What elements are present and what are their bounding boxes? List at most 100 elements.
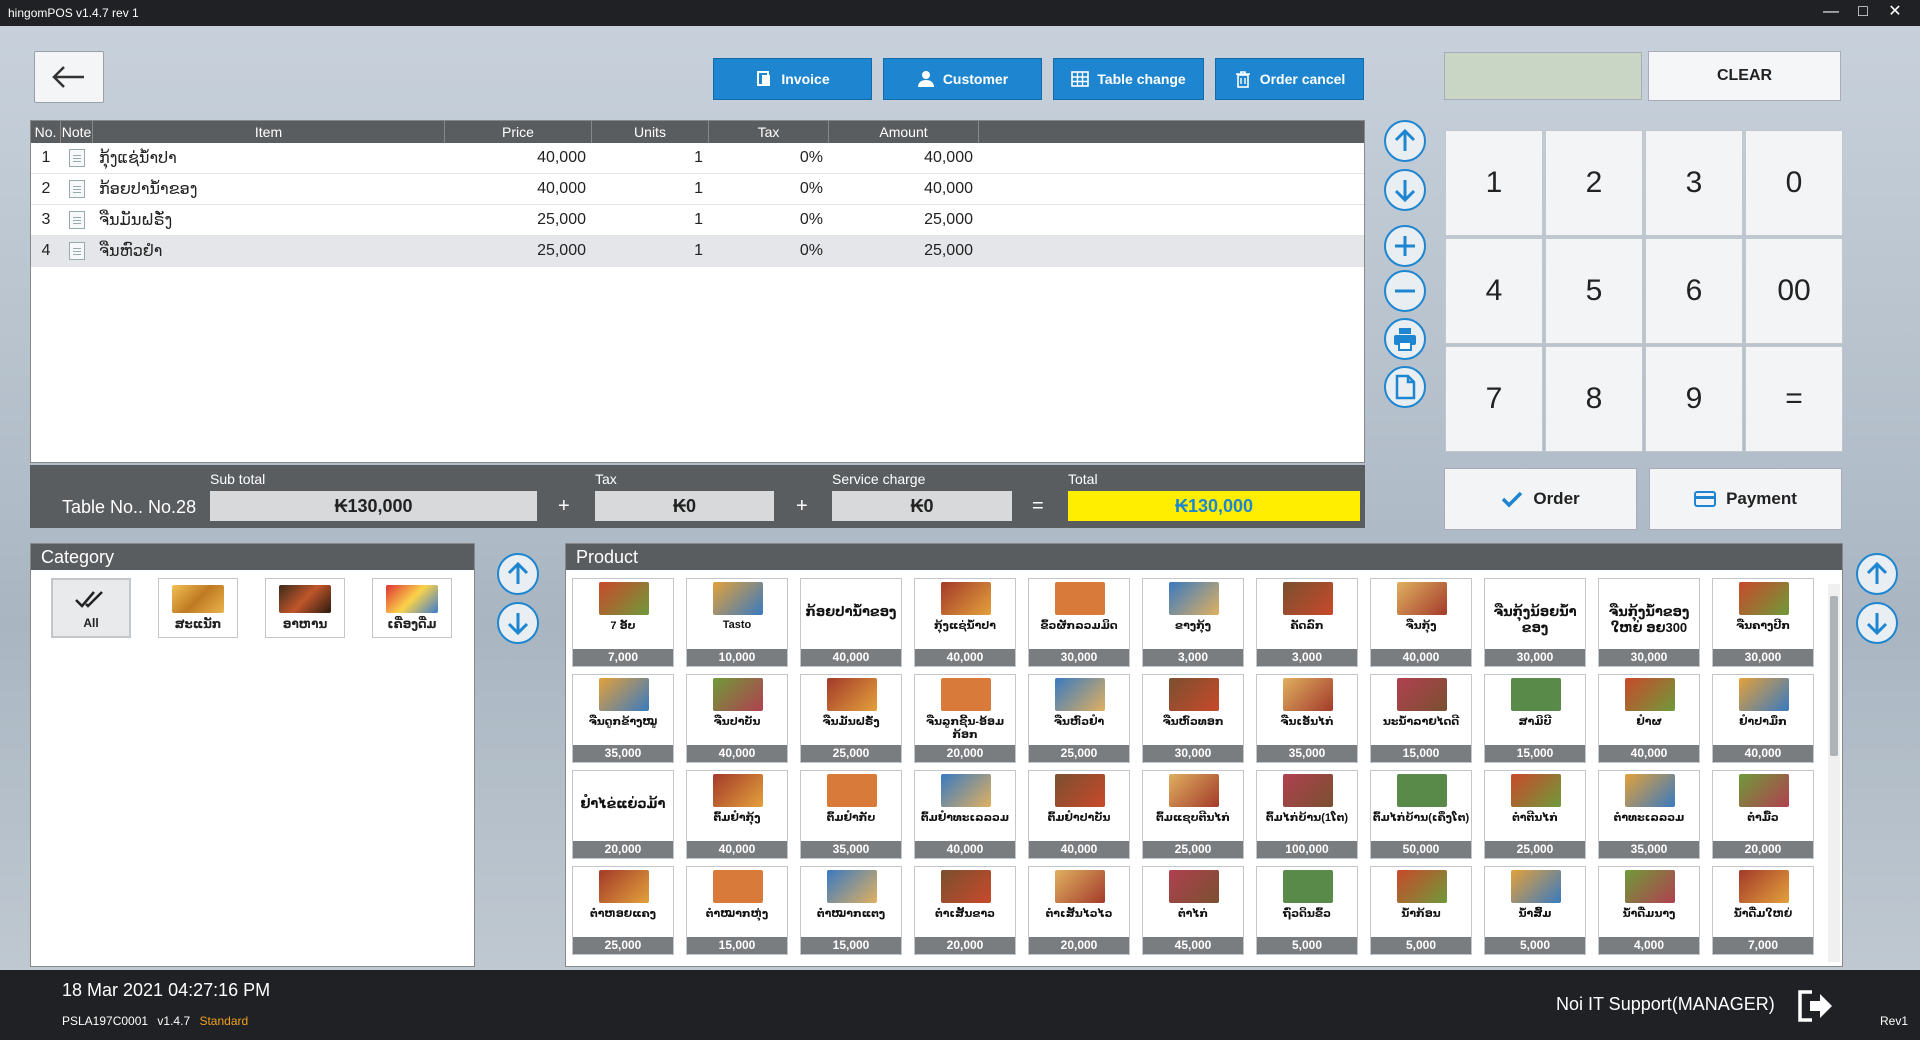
product-image	[1055, 678, 1105, 711]
product-tile[interactable]: ຕຳທະເລລວມ 35,000	[1598, 770, 1700, 859]
order-row[interactable]: 2 ກ້ອຍປານ້ຳຂອງ 40,000 1 0% 40,000	[31, 174, 1364, 205]
keypad-key[interactable]: 1	[1445, 130, 1543, 236]
product-tile[interactable]: ນ້ຳກ້ອນ 5,000	[1370, 866, 1472, 955]
product-tile[interactable]: ຕຳໝາກຫຸ່ງ 15,000	[686, 866, 788, 955]
note-icon[interactable]	[69, 180, 85, 198]
clear-button[interactable]: CLEAR	[1648, 51, 1841, 101]
category-drinks[interactable]: ເຄື່ອງດື່ມ	[372, 578, 452, 638]
category-scroll-up-button[interactable]	[497, 553, 539, 595]
product-image	[941, 870, 991, 903]
note-icon[interactable]	[69, 242, 85, 260]
row-up-button[interactable]	[1384, 120, 1426, 162]
keypad-key[interactable]: 6	[1645, 238, 1743, 344]
product-tile[interactable]: ຈືນປາບັນ 40,000	[686, 674, 788, 763]
keypad-key[interactable]: =	[1745, 346, 1843, 452]
product-tile[interactable]: ຈືນເອັນໄກ່ 35,000	[1256, 674, 1358, 763]
keypad-key[interactable]: 5	[1545, 238, 1643, 344]
order-row[interactable]: 3 ຈືນມັນຝຣັ່ງ 25,000 1 0% 25,000	[31, 205, 1364, 236]
order-button[interactable]: Order	[1444, 468, 1637, 530]
product-tile[interactable]: ຕົ້ມຢຳກັບ 35,000	[800, 770, 902, 859]
product-tile[interactable]: ຈືນລູກຊີ້ນ-ອ້ອມກ້ອກ 20,000	[914, 674, 1016, 763]
product-tile[interactable]: Tasto 10,000	[686, 578, 788, 667]
product-tile[interactable]: ຈືນດູກຂ້າງໝູ 35,000	[572, 674, 674, 763]
back-button[interactable]	[34, 51, 104, 103]
product-tile[interactable]: ຕຳເສັ້ນຂາວ 20,000	[914, 866, 1016, 955]
product-tile[interactable]: ຕຳໝາກແຕງ 15,000	[800, 866, 902, 955]
product-tile[interactable]: ຈືນກຸ້ງ 40,000	[1370, 578, 1472, 667]
product-tile[interactable]: ຕຳຫອຍແຄງ 25,000	[572, 866, 674, 955]
product-tile[interactable]: ຂາງກຸ້ງ 3,000	[1142, 578, 1244, 667]
product-tile[interactable]: ກ້ອຍປານ້ຳຂອງ 40,000	[800, 578, 902, 667]
keypad-key[interactable]: 4	[1445, 238, 1543, 344]
product-tile[interactable]: ຕຳໄກ່ 45,000	[1142, 866, 1244, 955]
keypad-key[interactable]: 2	[1545, 130, 1643, 236]
table-change-button[interactable]: Table change	[1053, 58, 1204, 100]
product-tile[interactable]: ຈືນຄາງປີກ 30,000	[1712, 578, 1814, 667]
product-price: 35,000	[801, 841, 901, 858]
row-number: 2	[41, 180, 51, 197]
product-tile[interactable]: ນ້ຳດື່ມໃຫຍ່ 7,000	[1712, 866, 1814, 955]
product-tile[interactable]: ຢຳໄຂ່ແຍ່ວມ້າ 20,000	[572, 770, 674, 859]
product-tile[interactable]: ຕົ້ມຢຳປາບັນ 40,000	[1028, 770, 1130, 859]
product-tile[interactable]: ຕົ້ມໄກ່ບ້ານ(1ໂຕ) 100,000	[1256, 770, 1358, 859]
product-tile[interactable]: ຢຳຜ 40,000	[1598, 674, 1700, 763]
product-tile[interactable]: ຂົ້ວຜັກລວມມິດ 30,000	[1028, 578, 1130, 667]
quantity-decrease-button[interactable]	[1384, 270, 1426, 312]
minimize-icon[interactable]: —	[1820, 2, 1842, 24]
product-tile[interactable]: ຈືນກຸ້ງນ້ອຍນ້ຳຂອງ 30,000	[1484, 578, 1586, 667]
product-tile[interactable]: ຕົ້ມຢຳທະເລລວມ 40,000	[914, 770, 1016, 859]
product-tile[interactable]: ຕຳເສັ້ນໄວໄວ 20,000	[1028, 866, 1130, 955]
customer-button[interactable]: Customer	[883, 58, 1042, 100]
product-tile[interactable]: ຖົ່ວດິນຂົ້ວ 5,000	[1256, 866, 1358, 955]
product-tile[interactable]: ຈືນຫົວທອກ 30,000	[1142, 674, 1244, 763]
product-tile[interactable]: ສາມິບີ 15,000	[1484, 674, 1586, 763]
category-scroll-down-button[interactable]	[497, 602, 539, 644]
product-tile[interactable]: ນະນ້ຳລາຍໄດດີ 15,000	[1370, 674, 1472, 763]
product-tile[interactable]: ຕົ້ມແຊບຕີນໄກ່ 25,000	[1142, 770, 1244, 859]
row-down-button[interactable]	[1384, 169, 1426, 211]
logout-button[interactable]	[1796, 988, 1836, 1024]
product-tile[interactable]: ຕົ້ມຢຳກຸ້ງ 40,000	[686, 770, 788, 859]
product-tile[interactable]: ຈືນຫົວຢຳ 25,000	[1028, 674, 1130, 763]
keypad-key[interactable]: 8	[1545, 346, 1643, 452]
print-button[interactable]	[1384, 318, 1426, 360]
product-tile[interactable]: ຕຳຕີນໄກ່ 25,000	[1484, 770, 1586, 859]
category-food[interactable]: ອາຫານ	[265, 578, 345, 638]
product-price: 40,000	[915, 841, 1015, 858]
keypad-key[interactable]: 0	[1745, 130, 1843, 236]
product-tile[interactable]: ນ້ຳດື່ມນາງ 4,000	[1598, 866, 1700, 955]
category-snack[interactable]: ສະແນັກ	[158, 578, 238, 638]
note-icon[interactable]	[69, 149, 85, 167]
product-scrollbar[interactable]	[1828, 584, 1840, 962]
product-scroll-up-button[interactable]	[1856, 553, 1898, 595]
product-tile[interactable]: ຈືນມັນຝຣັ່ງ 25,000	[800, 674, 902, 763]
note-icon[interactable]	[69, 211, 85, 229]
maximize-icon[interactable]: □	[1852, 2, 1874, 24]
keypad-key[interactable]: 7	[1445, 346, 1543, 452]
product-tile[interactable]: ຢຳປາມຶກ 40,000	[1712, 674, 1814, 763]
order-row[interactable]: 4 ຈືນຫົວຢຳ 25,000 1 0% 25,000	[31, 236, 1364, 267]
invoice-button[interactable]: Invoice	[713, 58, 872, 100]
keypad-key[interactable]: 9	[1645, 346, 1743, 452]
scrollbar-thumb[interactable]	[1830, 596, 1838, 756]
product-tile[interactable]: ກຸ້ງແຊ່ນ້ຳປາ 40,000	[914, 578, 1016, 667]
product-tile[interactable]: ຕົ້ມໄກ່ບ້ານ(ເຄິ່ງໂຕ) 50,000	[1370, 770, 1472, 859]
quantity-increase-button[interactable]	[1384, 225, 1426, 267]
product-tile[interactable]: ນ້ຳສົ້ມ 5,000	[1484, 866, 1586, 955]
plus-sign-2: +	[796, 495, 808, 517]
product-scroll-down-button[interactable]	[1856, 602, 1898, 644]
product-tile[interactable]: ຄັດລົກ 3,000	[1256, 578, 1358, 667]
keypad-key[interactable]: 00	[1745, 238, 1843, 344]
product-image	[1739, 582, 1789, 615]
order-cancel-button[interactable]: Order cancel	[1215, 58, 1364, 100]
product-tile[interactable]: 7 ອັບ 7,000	[572, 578, 674, 667]
close-icon[interactable]: ✕	[1884, 2, 1906, 24]
product-tile[interactable]: ຈືນກຸ້ງນ້ຳຂອງໃຫຍ່ ອຍ300 30,000	[1598, 578, 1700, 667]
keypad-key[interactable]: 3	[1645, 130, 1743, 236]
category-all[interactable]: All	[51, 578, 131, 638]
product-name: ຕົ້ມໄກ່ບ້ານ(1ໂຕ)	[1265, 812, 1349, 824]
order-row[interactable]: 1 ກຸ້ງແຊ່ນ້ຳປາ 40,000 1 0% 40,000	[31, 143, 1364, 174]
product-tile[interactable]: ຕຳມື້ວ 20,000	[1712, 770, 1814, 859]
note-button[interactable]	[1384, 366, 1426, 408]
payment-button[interactable]: Payment	[1649, 468, 1842, 530]
